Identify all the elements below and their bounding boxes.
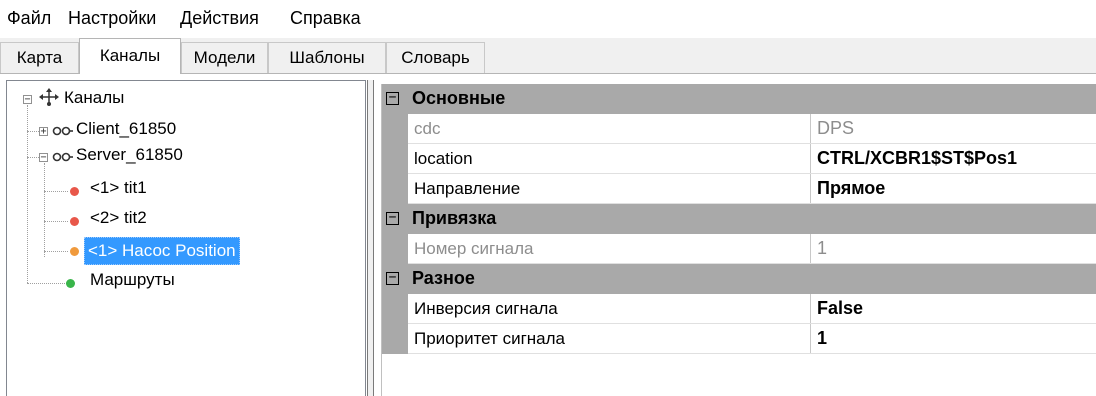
property-value: DPS — [817, 118, 855, 138]
tree-line-server-children — [44, 163, 45, 257]
tree-line-server — [27, 157, 39, 158]
status-green-dot-icon — [66, 279, 75, 288]
property-name: Инверсия сигнала — [408, 294, 811, 323]
tree-child-tit1[interactable]: <1> tit1 — [87, 178, 150, 198]
tree-root-label[interactable]: Каналы — [61, 88, 127, 108]
tree-child-tit2[interactable]: <2> tit2 — [87, 208, 150, 228]
category-main[interactable]: − Основные — [382, 84, 1096, 114]
category-binding[interactable]: − Привязка — [382, 204, 1096, 234]
category-label: Разное — [412, 268, 475, 288]
property-row-inversion[interactable]: Инверсия сигнала False — [382, 294, 1096, 324]
property-value[interactable]: Прямое — [811, 174, 1096, 203]
property-value[interactable]: False — [811, 294, 1096, 323]
menu-settings[interactable]: Настройки — [66, 8, 158, 29]
tab-strip: Карта Каналы Модели Шаблоны Словарь — [0, 38, 1096, 74]
plug-icon — [52, 126, 73, 136]
collapse-category-icon[interactable]: − — [386, 271, 399, 285]
menu-bar: Файл Настройки Действия Справка — [0, 0, 1096, 38]
status-red-dot-icon — [70, 187, 79, 196]
property-value[interactable]: 1 — [811, 324, 1096, 353]
collapse-category-icon[interactable]: − — [386, 211, 399, 225]
row-margin — [382, 114, 408, 144]
row-margin — [382, 324, 408, 354]
plug-icon — [52, 152, 73, 162]
property-name: location — [408, 144, 811, 173]
category-label: Основные — [412, 88, 506, 108]
property-grid: − Основные cdc DPS location CTRL/XCBR1$S… — [381, 84, 1096, 396]
property-name: Приоритет сигнала — [408, 324, 811, 353]
menu-actions[interactable]: Действия — [178, 8, 261, 29]
expand-client-icon[interactable]: + — [39, 127, 48, 137]
property-row-cdc[interactable]: cdc DPS — [382, 114, 1096, 144]
property-row-priority[interactable]: Приоритет сигнала 1 — [382, 324, 1096, 354]
collapse-category-icon[interactable]: − — [386, 91, 399, 105]
tab-channels[interactable]: Каналы — [79, 38, 181, 74]
tree-line-child2 — [44, 221, 68, 222]
row-margin — [382, 294, 408, 324]
collapse-root-icon[interactable]: − — [23, 95, 32, 105]
tree-line-client — [27, 131, 39, 132]
row-margin — [382, 174, 408, 204]
row-margin — [382, 234, 408, 264]
network-icon — [39, 88, 59, 106]
tree-client-label[interactable]: Client_61850 — [73, 119, 179, 139]
collapse-server-icon[interactable]: − — [39, 153, 48, 163]
property-name: cdc — [408, 114, 811, 143]
property-name: Направление — [408, 174, 811, 203]
status-red-dot-icon — [70, 217, 79, 226]
tree-routes-label[interactable]: Маршруты — [87, 270, 178, 290]
tree-line-child1 — [44, 191, 68, 192]
tree-child-selected[interactable]: <1> Насос Position — [84, 237, 240, 265]
tab-dictionary[interactable]: Словарь — [386, 42, 485, 73]
property-value: 1 — [817, 238, 828, 258]
tab-map[interactable]: Карта — [0, 42, 79, 73]
splitter-line — [367, 80, 368, 396]
status-orange-dot-icon — [70, 247, 79, 256]
property-value[interactable]: CTRL/XCBR1$ST$Pos1 — [811, 144, 1096, 173]
menu-help[interactable]: Справка — [288, 8, 363, 29]
property-name: Номер сигнала — [408, 234, 811, 263]
channel-tree[interactable]: − Каналы + Client_61850 − Server_61850 <… — [6, 80, 366, 396]
tree-line-child3 — [44, 251, 68, 252]
menu-file[interactable]: Файл — [5, 8, 53, 29]
tab-models[interactable]: Модели — [181, 42, 268, 73]
row-separator — [408, 353, 1096, 354]
tree-line-routes — [27, 283, 67, 284]
category-misc[interactable]: − Разное — [382, 264, 1096, 294]
tab-templates[interactable]: Шаблоны — [268, 42, 386, 73]
row-margin — [382, 144, 408, 174]
property-row-location[interactable]: location CTRL/XCBR1$ST$Pos1 — [382, 144, 1096, 174]
splitter-line — [373, 80, 374, 396]
property-row-signal-number[interactable]: Номер сигнала 1 — [382, 234, 1096, 264]
category-label: Привязка — [412, 208, 497, 228]
property-row-direction[interactable]: Направление Прямое — [382, 174, 1096, 204]
tree-server-label[interactable]: Server_61850 — [73, 145, 186, 165]
